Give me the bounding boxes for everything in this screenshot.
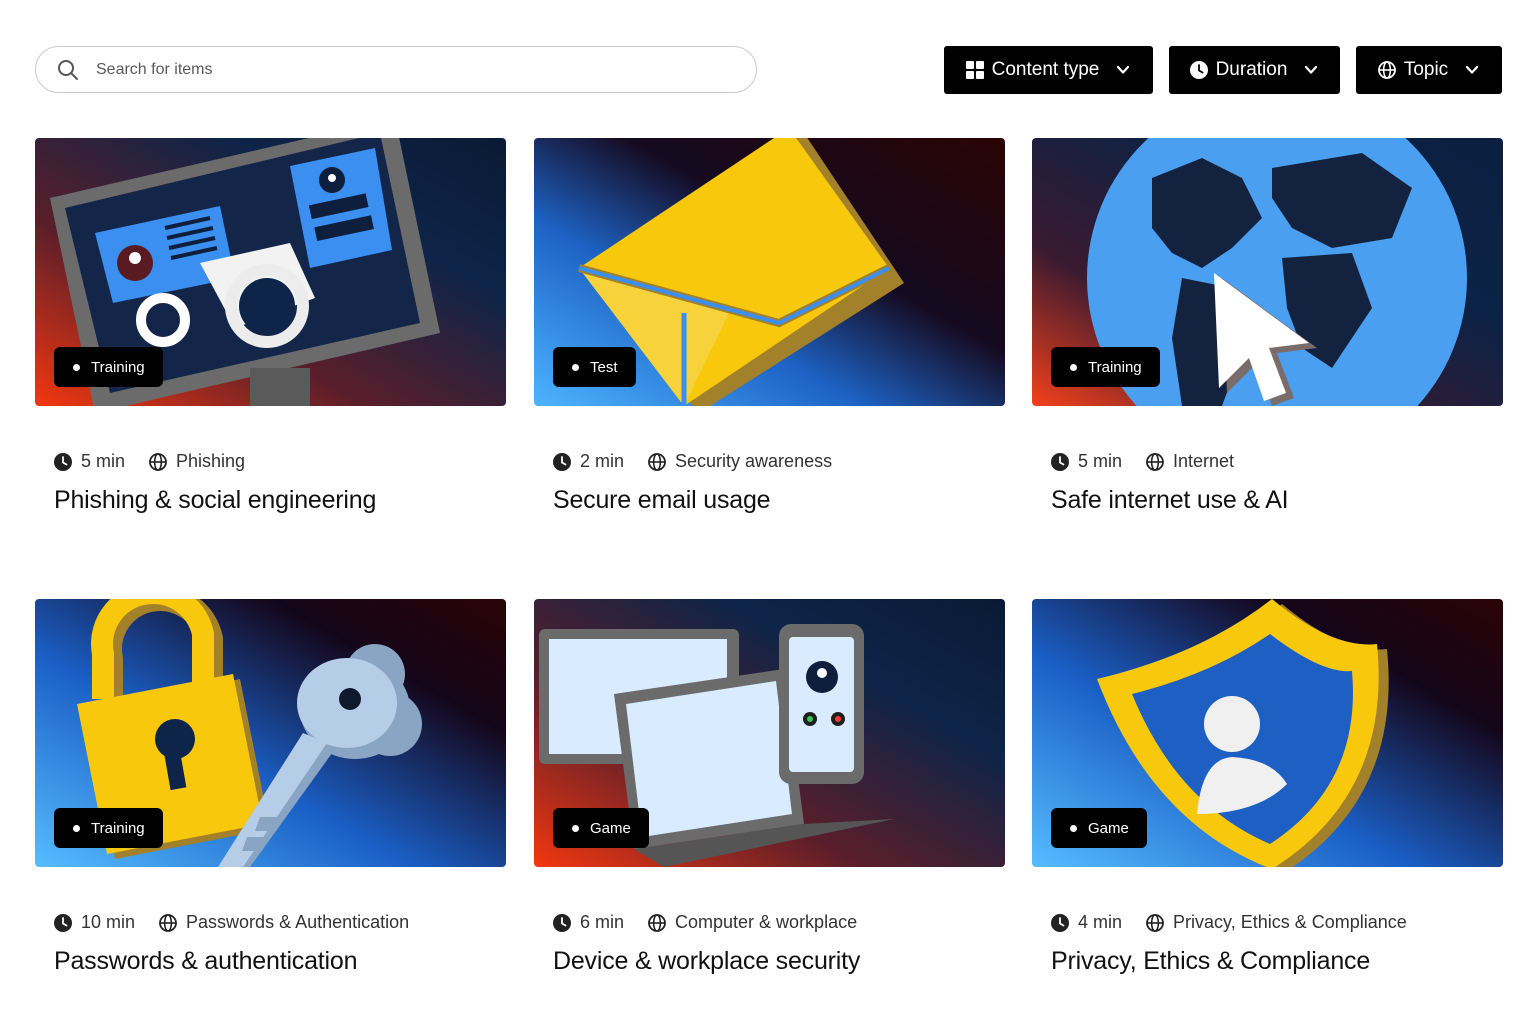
card-thumbnail: Training [35,599,506,867]
topic-filter-button[interactable]: Topic [1356,46,1502,94]
globe-icon [648,452,666,471]
content-type-badge: Test [553,347,636,387]
card-title[interactable]: Device & workplace security [553,947,860,976]
badge-dot [1070,824,1077,832]
search-input[interactable] [96,60,696,79]
grid-icon [965,61,984,79]
globe-icon [149,452,167,471]
card-title[interactable]: Passwords & authentication [54,947,358,976]
duration-label: 5 min [1078,451,1123,471]
content-type-badge: Game [553,808,649,848]
search-icon [58,59,78,80]
clock-icon [553,452,571,471]
badge-dot [1070,363,1077,371]
card-meta: 5 min Phishing [54,451,245,472]
duration-label: 10 min [81,912,136,932]
badge-label: Training [91,358,145,376]
card-meta: 6 min Computer & workplace [553,912,857,933]
content-type-filter-label: Content type [991,59,1100,80]
card-thumbnail: Training [1032,138,1503,406]
card-meta: 5 min Internet [1051,451,1234,472]
card-title[interactable]: Secure email usage [553,486,771,515]
duration-filter-button[interactable]: Duration [1169,46,1340,94]
clock-icon [553,913,571,932]
badge-label: Game [1088,819,1129,837]
topic-label: Phishing [176,451,246,471]
badge-dot [572,363,579,371]
duration-label: 5 min [81,451,126,471]
card-thumbnail: Game [534,599,1005,867]
card-thumbnail: Training [35,138,506,406]
topic-label: Security awareness [675,451,833,471]
duration-filter-label: Duration [1215,59,1288,80]
content-type-badge: Training [1051,347,1160,387]
card-title[interactable]: Privacy, Ethics & Compliance [1051,947,1370,976]
clock-icon [54,913,72,932]
globe-icon [1146,913,1164,932]
duration-label: 2 min [580,451,625,471]
duration-label: 4 min [1078,912,1123,932]
badge-dot [572,824,579,832]
badge-dot [73,363,80,371]
topic-label: Privacy, Ethics & Compliance [1173,912,1407,932]
globe-icon [1146,452,1164,471]
chevron-down-icon [1466,65,1479,74]
badge-label: Test [590,358,618,376]
card-meta: 2 min Security awareness [553,451,832,472]
clock-icon [54,452,72,471]
topic-label: Computer & workplace [675,912,858,932]
content-type-filter-button[interactable]: Content type [944,46,1153,94]
course-card[interactable]: Game 6 min Computer & workplace Device &… [534,599,1005,975]
content-type-badge: Game [1051,808,1147,848]
badge-dot [73,824,80,832]
globe-icon [1377,61,1396,79]
search-bar[interactable] [35,46,757,93]
course-card[interactable]: Training 5 min Phishing Phishing & socia… [35,138,506,514]
card-thumbnail: Test [534,138,1005,406]
badge-label: Training [91,819,145,837]
topic-label: Passwords & Authentication [186,912,410,932]
badge-label: Training [1088,358,1142,376]
duration-label: 6 min [580,912,625,932]
badge-label: Game [590,819,631,837]
globe-icon [159,913,177,932]
course-card[interactable]: Game 4 min Privacy, Ethics & Compliance … [1032,599,1503,975]
clock-icon [1051,913,1069,932]
course-card[interactable]: Training 5 min Internet Safe internet us… [1032,138,1503,514]
card-title[interactable]: Safe internet use & AI [1051,486,1289,515]
topic-label: Internet [1173,451,1235,471]
course-card[interactable]: Test 2 min Security awareness Secure ema… [534,138,1005,514]
chevron-down-icon [1305,65,1318,74]
content-type-badge: Training [54,808,163,848]
card-meta: 4 min Privacy, Ethics & Compliance [1051,912,1407,933]
topic-filter-label: Topic [1403,59,1449,80]
card-title[interactable]: Phishing & social engineering [54,486,376,515]
content-type-badge: Training [54,347,163,387]
clock-icon [1189,61,1208,79]
globe-icon [648,913,666,932]
course-card[interactable]: Training 10 min Passwords & Authenticati… [35,599,506,975]
chevron-down-icon [1117,65,1130,74]
clock-icon [1051,452,1069,471]
card-meta: 10 min Passwords & Authentication [54,912,409,933]
card-thumbnail: Game [1032,599,1503,867]
